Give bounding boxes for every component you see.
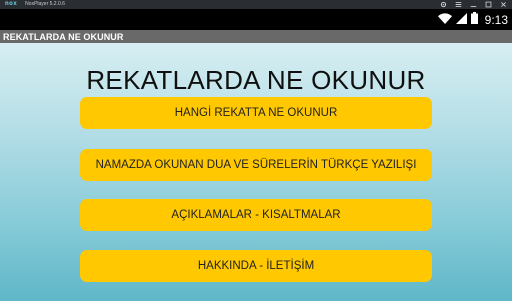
emulator-title: NoxPlayer 5.2.0.6: [25, 1, 65, 7]
emulator-title-bar: nox NoxPlayer 5.2.0.6: [0, 0, 512, 9]
minimize-icon[interactable]: [469, 1, 478, 8]
status-icons: 9:13: [437, 9, 508, 30]
menu-icon[interactable]: [454, 1, 463, 8]
prayers-turkish-button[interactable]: NAMAZDA OKUNAN DUA VE SÜRELERİN TÜRKÇE Y…: [80, 149, 432, 181]
explanations-button[interactable]: AÇIKLAMALAR - KISALTMALAR: [80, 199, 432, 231]
android-status-bar: 9:13: [0, 9, 512, 30]
battery-icon: [470, 11, 478, 29]
page-title: REKATLARDA NE OKUNUR: [86, 65, 426, 95]
button-label: HANGİ REKATTA NE OKUNUR: [174, 107, 338, 119]
button-label: HAKKINDA - İLETİŞİM: [197, 260, 315, 272]
signal-icon: [455, 11, 467, 29]
close-icon[interactable]: [499, 1, 508, 8]
app-title: REKATLARDA NE OKUNUR: [3, 31, 124, 42]
wifi-icon: [437, 11, 452, 29]
app-action-bar: REKATLARDA NE OKUNUR: [0, 30, 512, 43]
maximize-icon[interactable]: [484, 1, 493, 8]
main-content: REKATLARDA NE OKUNUR HANGİ REKATTA NE OK…: [0, 43, 512, 301]
nox-logo: nox: [5, 1, 18, 7]
settings-icon[interactable]: [439, 1, 448, 8]
emulator-window-controls: [439, 0, 508, 9]
which-rakat-button[interactable]: HANGİ REKATTA NE OKUNUR: [80, 97, 432, 129]
button-label: NAMAZDA OKUNAN DUA VE SÜRELERİN TÜRKÇE Y…: [95, 159, 417, 171]
emulator-window: nox NoxPlayer 5.2.0.6 9:13 REKATLARDA NE…: [0, 0, 512, 301]
button-label: AÇIKLAMALAR - KISALTMALAR: [171, 209, 341, 221]
clock: 9:13: [484, 12, 508, 27]
about-contact-button[interactable]: HAKKINDA - İLETİŞİM: [80, 250, 432, 282]
